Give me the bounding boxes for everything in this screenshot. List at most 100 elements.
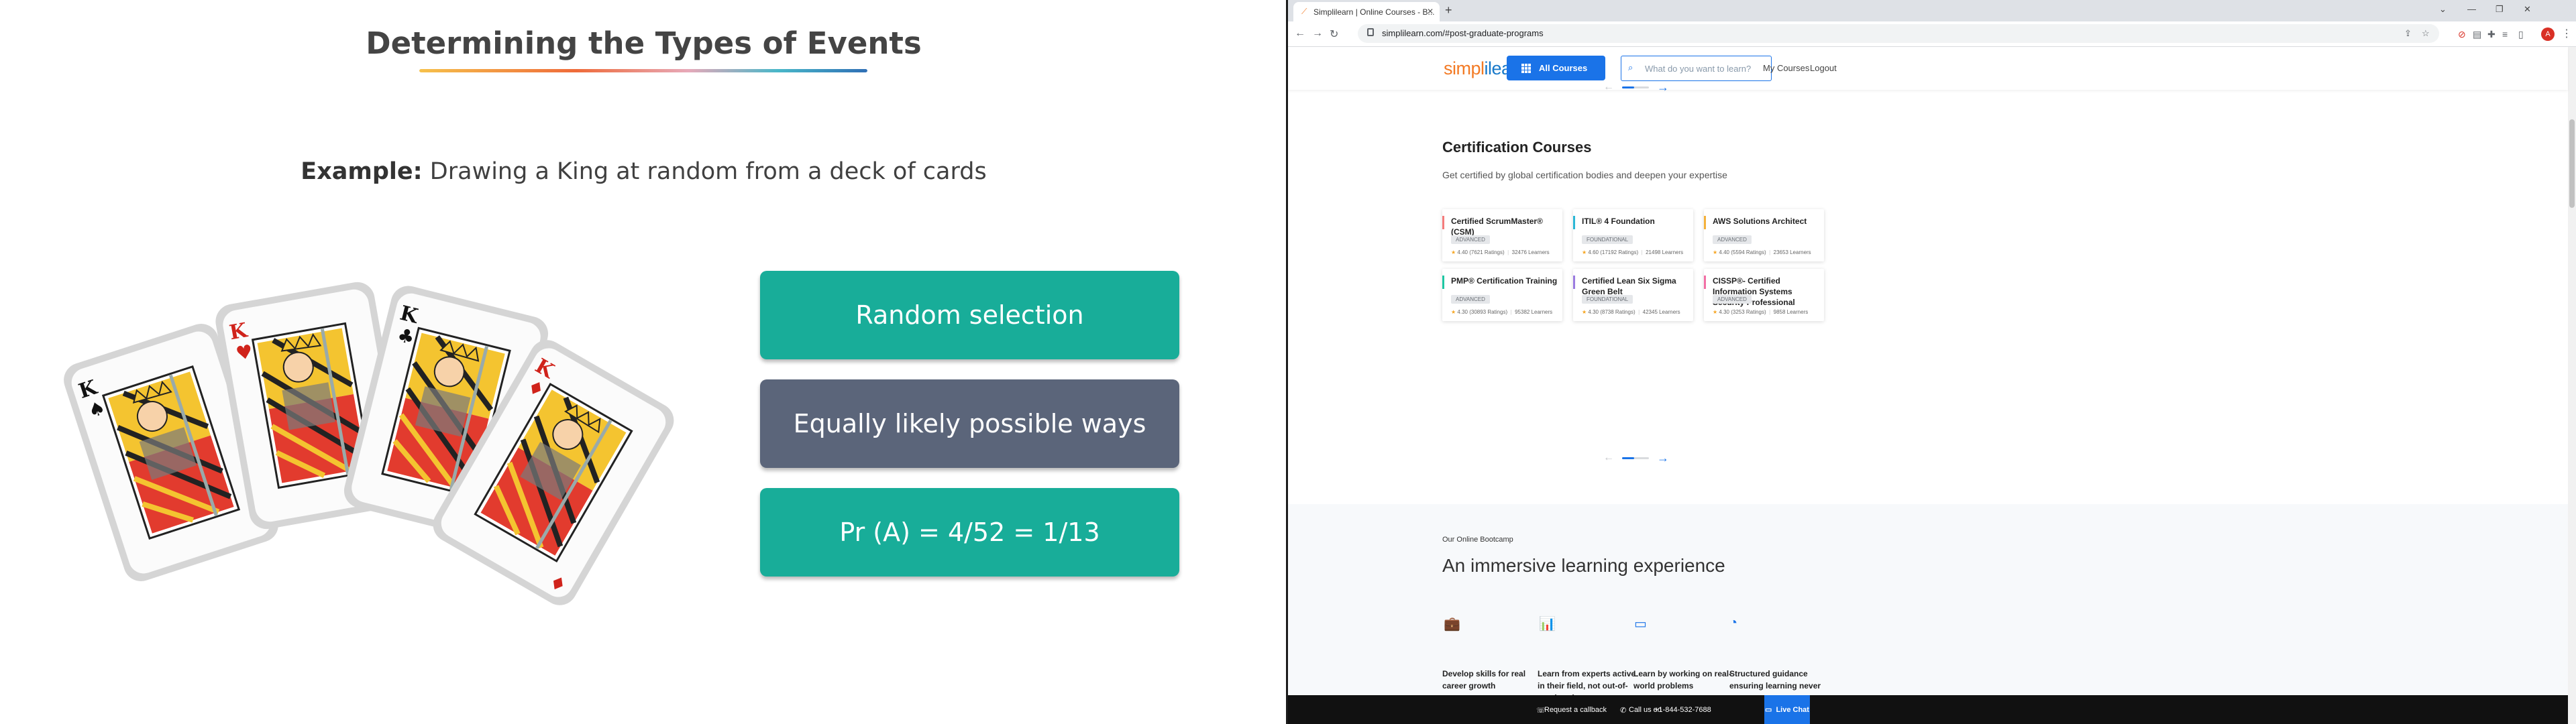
star-icon: ★ [1713, 309, 1718, 315]
pill-probability: Pr (A) = 4/52 = 1/13 [760, 488, 1179, 577]
example-text: Drawing a King at random from a deck of … [422, 158, 987, 185]
card-title[interactable]: Certified Lean Six Sigma Green Belt [1582, 276, 1689, 297]
browser-menu-icon[interactable]: ⋮ [2561, 27, 2572, 40]
top-carousel-nav: ← → [1603, 80, 1684, 94]
clock-24-7-icon: ◔ [1729, 615, 1738, 630]
level-badge: ADVANCED [1713, 235, 1752, 244]
site-header: simplilearn All Courses ⌕ What do you wa… [1288, 47, 2568, 90]
page-scrollbar[interactable] [2568, 47, 2576, 724]
feature-real-world: Learn by working on real-world problems [1633, 669, 1732, 690]
star-icon: ★ [1451, 309, 1456, 315]
meta-separator: | [1507, 309, 1515, 315]
slide-title: Determining the Types of Events [366, 25, 922, 61]
card-meta: ★ 4.40 (7621 Ratings) | 32476 Learners [1451, 249, 1550, 255]
learners-text: 21498 Learners [1646, 249, 1684, 255]
card-accent-bar [1704, 216, 1706, 229]
card-accent-bar [1573, 276, 1575, 289]
presentation-slide: Determining the Types of Events Example:… [0, 0, 1287, 724]
reload-icon[interactable]: ↻ [1330, 27, 1338, 41]
new-tab-button[interactable]: + [1445, 3, 1452, 17]
all-courses-label: All Courses [1539, 63, 1588, 73]
meta-separator: | [1766, 249, 1774, 255]
search-icon: ⌕ [1628, 62, 1633, 72]
star-icon: ★ [1582, 249, 1587, 255]
extension-icon-1[interactable]: ⊘ [2458, 29, 2466, 40]
browser-tab[interactable]: ⟋ Simplilearn | Online Courses - B... ✕ [1293, 2, 1440, 21]
puzzle-extensions-icon[interactable]: ✚ [2487, 29, 2496, 40]
level-badge: ADVANCED [1451, 295, 1490, 304]
course-card[interactable]: AWS Solutions Architect ADVANCED ★ 4.40 (5… [1704, 209, 1824, 261]
card-meta: ★ 4.30 (3253 Ratings) | 9858 Learners [1713, 309, 1808, 315]
card-title[interactable]: ITIL® 4 Foundation [1582, 216, 1689, 227]
simplilearn-favicon-icon: ⟋ [1301, 7, 1307, 16]
card-title[interactable]: PMP® Certification Training [1451, 276, 1558, 286]
media-icon[interactable]: ≡ [2502, 29, 2508, 40]
learners-text: 42345 Learners [1642, 309, 1680, 315]
grid-icon [1521, 64, 1531, 73]
course-card[interactable]: PMP® Certification Training ADVANCED ★ 4.3… [1442, 269, 1562, 321]
rating-text: 4.60 (17192 Ratings) [1588, 249, 1639, 255]
course-card[interactable]: Certified ScrumMaster® (CSM) ADVANCED ★ 4.… [1442, 209, 1562, 261]
level-badge: FOUNDATIONAL [1582, 295, 1633, 304]
title-underline [419, 69, 867, 72]
request-callback-link[interactable]: Request a callback [1544, 706, 1607, 714]
restore-icon[interactable]: ❐ [2496, 4, 2504, 15]
carousel-next-arrow-icon[interactable]: → [1657, 451, 1669, 465]
learners-text: 32476 Learners [1511, 249, 1550, 255]
carousel-nav: ← → [1603, 451, 1684, 465]
call-icon: ✆ [1620, 707, 1627, 715]
close-tab-icon[interactable]: ✕ [1427, 7, 1434, 16]
rating-text: 4.30 (3253 Ratings) [1719, 309, 1766, 315]
bootcamp-eyebrow: Our Online Bootcamp [1442, 536, 1513, 544]
card-accent-bar [1442, 216, 1444, 229]
learners-text: 23653 Learners [1773, 249, 1811, 255]
card-accent-bar [1573, 216, 1575, 229]
bookmark-star-icon[interactable]: ☆ [2422, 28, 2430, 39]
scrollbar-thumb[interactable] [2569, 119, 2575, 208]
example-label: Example: [301, 158, 423, 185]
my-courses-link[interactable]: My Courses [1763, 63, 1809, 73]
card-meta: ★ 4.60 (17192 Ratings) | 21498 Learners [1582, 249, 1683, 255]
url-text: simplilearn.com/#post-graduate-programs [1382, 28, 1544, 38]
king-cards-illustration: K ♠ K ♥ K ♣ K ♦ ♦ [57, 231, 721, 634]
forward-icon[interactable]: → [1312, 27, 1323, 40]
logout-link[interactable]: Logout [1810, 63, 1837, 73]
side-panel-icon[interactable]: ▯ [2518, 29, 2524, 40]
extension-icon-2[interactable]: ▤ [2473, 29, 2481, 40]
card-title[interactable]: Certified ScrumMaster® (CSM) [1451, 216, 1558, 237]
carousel-next-arrow-icon[interactable]: → [1657, 80, 1669, 95]
carousel-prev-arrow-icon[interactable]: ← [1603, 81, 1614, 93]
rating-text: 4.40 (7621 Ratings) [1457, 249, 1505, 255]
meta-separator: | [1635, 309, 1643, 315]
card-title[interactable]: AWS Solutions Architect [1713, 216, 1820, 227]
tab-search-chevron-icon[interactable]: ⌄ [2439, 4, 2447, 15]
browser-window: ⟋ Simplilearn | Online Courses - B... ✕ … [1288, 0, 2576, 724]
phone-number[interactable]: +1-844-532-7688 [1654, 706, 1711, 714]
learners-text: 9858 Learners [1773, 309, 1809, 315]
carousel-progress [1622, 86, 1649, 88]
feature-career-growth: Develop skills for real career growth [1442, 669, 1526, 690]
course-search-input[interactable]: ⌕ What do you want to learn? [1621, 56, 1772, 81]
carousel-prev-arrow-icon[interactable]: ← [1603, 452, 1614, 464]
profile-avatar[interactable]: A [2541, 27, 2555, 41]
card-meta: ★ 4.30 (30893 Ratings) | 95382 Learners [1451, 309, 1552, 315]
bootcamp-title: An immersive learning experience [1442, 555, 1725, 576]
live-chat-label: Live Chat [1776, 705, 1809, 714]
course-card[interactable]: CISSP®- Certified Information Systems Se… [1704, 269, 1824, 321]
learners-text: 95382 Learners [1515, 309, 1553, 315]
chat-bubble-icon: ▭ [1765, 706, 1772, 714]
all-courses-button[interactable]: All Courses [1507, 56, 1605, 80]
tab-title: Simplilearn | Online Courses - B... [1313, 7, 1435, 17]
level-badge: FOUNDATIONAL [1582, 235, 1633, 244]
share-icon[interactable]: ⇪ [2404, 28, 2412, 39]
live-chat-button[interactable]: ▭ Live Chat [1764, 695, 1810, 724]
minimize-icon[interactable]: — [2467, 4, 2476, 14]
course-card[interactable]: ITIL® 4 Foundation FOUNDATIONAL ★ 4.60 (17… [1573, 209, 1693, 261]
close-window-icon[interactable]: ✕ [2524, 4, 2531, 15]
back-icon[interactable]: ← [1295, 27, 1305, 40]
card-meta: ★ 4.30 (8738 Ratings) | 42345 Learners [1582, 309, 1680, 315]
address-bar[interactable]: simplilearn.com/#post-graduate-programs … [1358, 24, 2439, 43]
course-card[interactable]: Certified Lean Six Sigma Green Belt FOUND… [1573, 269, 1693, 321]
rating-text: 4.30 (8738 Ratings) [1588, 309, 1635, 315]
card-meta: ★ 4.40 (5594 Ratings) | 23653 Learners [1713, 249, 1811, 255]
